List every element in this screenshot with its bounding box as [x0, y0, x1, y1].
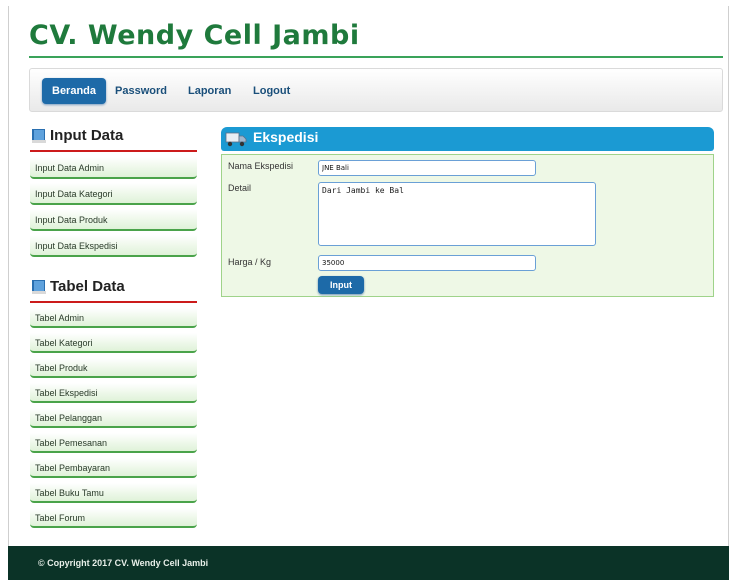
- sidebar-item-input-data-admin[interactable]: Input Data Admin: [30, 157, 197, 179]
- top-navbar: Beranda Password Laporan Logout: [29, 68, 723, 112]
- sidebar-item-input-data-ekspedisi[interactable]: Input Data Ekspedisi: [30, 235, 197, 257]
- detail-textarea[interactable]: Dari Jambi ke Bal: [318, 182, 596, 246]
- heading-rule: [30, 150, 197, 152]
- panel-header: Ekspedisi: [221, 127, 714, 151]
- book-icon: [32, 129, 46, 143]
- title-divider: [29, 56, 723, 58]
- detail-label: Detail: [228, 183, 252, 193]
- sidebar-item-tabel-produk[interactable]: Tabel Produk: [30, 358, 197, 378]
- harga-label: Harga / Kg: [228, 257, 272, 267]
- sidebar-item-tabel-buku-tamu[interactable]: Tabel Buku Tamu: [30, 483, 197, 503]
- heading-rule: [30, 301, 197, 303]
- sidebar-item-tabel-forum[interactable]: Tabel Forum: [30, 508, 197, 528]
- truck-icon: [225, 132, 247, 147]
- sidebar-item-tabel-admin[interactable]: Tabel Admin: [30, 308, 197, 328]
- nav-beranda[interactable]: Beranda: [42, 78, 107, 104]
- sidebar-item-tabel-kategori[interactable]: Tabel Kategori: [30, 333, 197, 353]
- sidebar-item-input-data-produk[interactable]: Input Data Produk: [30, 209, 197, 231]
- tabel-data-heading: Tabel Data: [30, 275, 197, 301]
- sidebar: Input Data Input Data Admin Input Data K…: [30, 124, 197, 533]
- site-title: CV. Wendy Cell Jambi: [29, 20, 360, 51]
- nav-logout[interactable]: Logout: [253, 80, 290, 102]
- tabel-data-heading-text: Tabel Data: [50, 278, 125, 295]
- nav-password[interactable]: Password: [115, 80, 167, 102]
- input-data-heading: Input Data: [30, 124, 197, 150]
- panel-title: Ekspedisi: [253, 129, 319, 145]
- nama-ekspedisi-label: Nama Ekspedisi: [228, 161, 294, 171]
- sidebar-item-tabel-pembayaran[interactable]: Tabel Pembayaran: [30, 458, 197, 478]
- nama-ekspedisi-input[interactable]: [318, 160, 536, 176]
- book-icon: [32, 280, 46, 294]
- sidebar-item-input-data-kategori[interactable]: Input Data Kategori: [30, 183, 197, 205]
- input-submit-button[interactable]: Input: [318, 276, 364, 294]
- sidebar-item-tabel-pemesanan[interactable]: Tabel Pemesanan: [30, 433, 197, 453]
- ekspedisi-form: Nama Ekspedisi Detail Dari Jambi ke Bal …: [221, 154, 714, 297]
- nav-laporan[interactable]: Laporan: [188, 80, 231, 102]
- sidebar-item-tabel-ekspedisi[interactable]: Tabel Ekspedisi: [30, 383, 197, 403]
- copyright-text: © Copyright 2017 CV. Wendy Cell Jambi: [38, 558, 209, 568]
- harga-input[interactable]: [318, 255, 536, 271]
- input-data-heading-text: Input Data: [50, 127, 124, 144]
- footer: © Copyright 2017 CV. Wendy Cell Jambi: [8, 546, 729, 580]
- sidebar-item-tabel-pelanggan[interactable]: Tabel Pelanggan: [30, 408, 197, 428]
